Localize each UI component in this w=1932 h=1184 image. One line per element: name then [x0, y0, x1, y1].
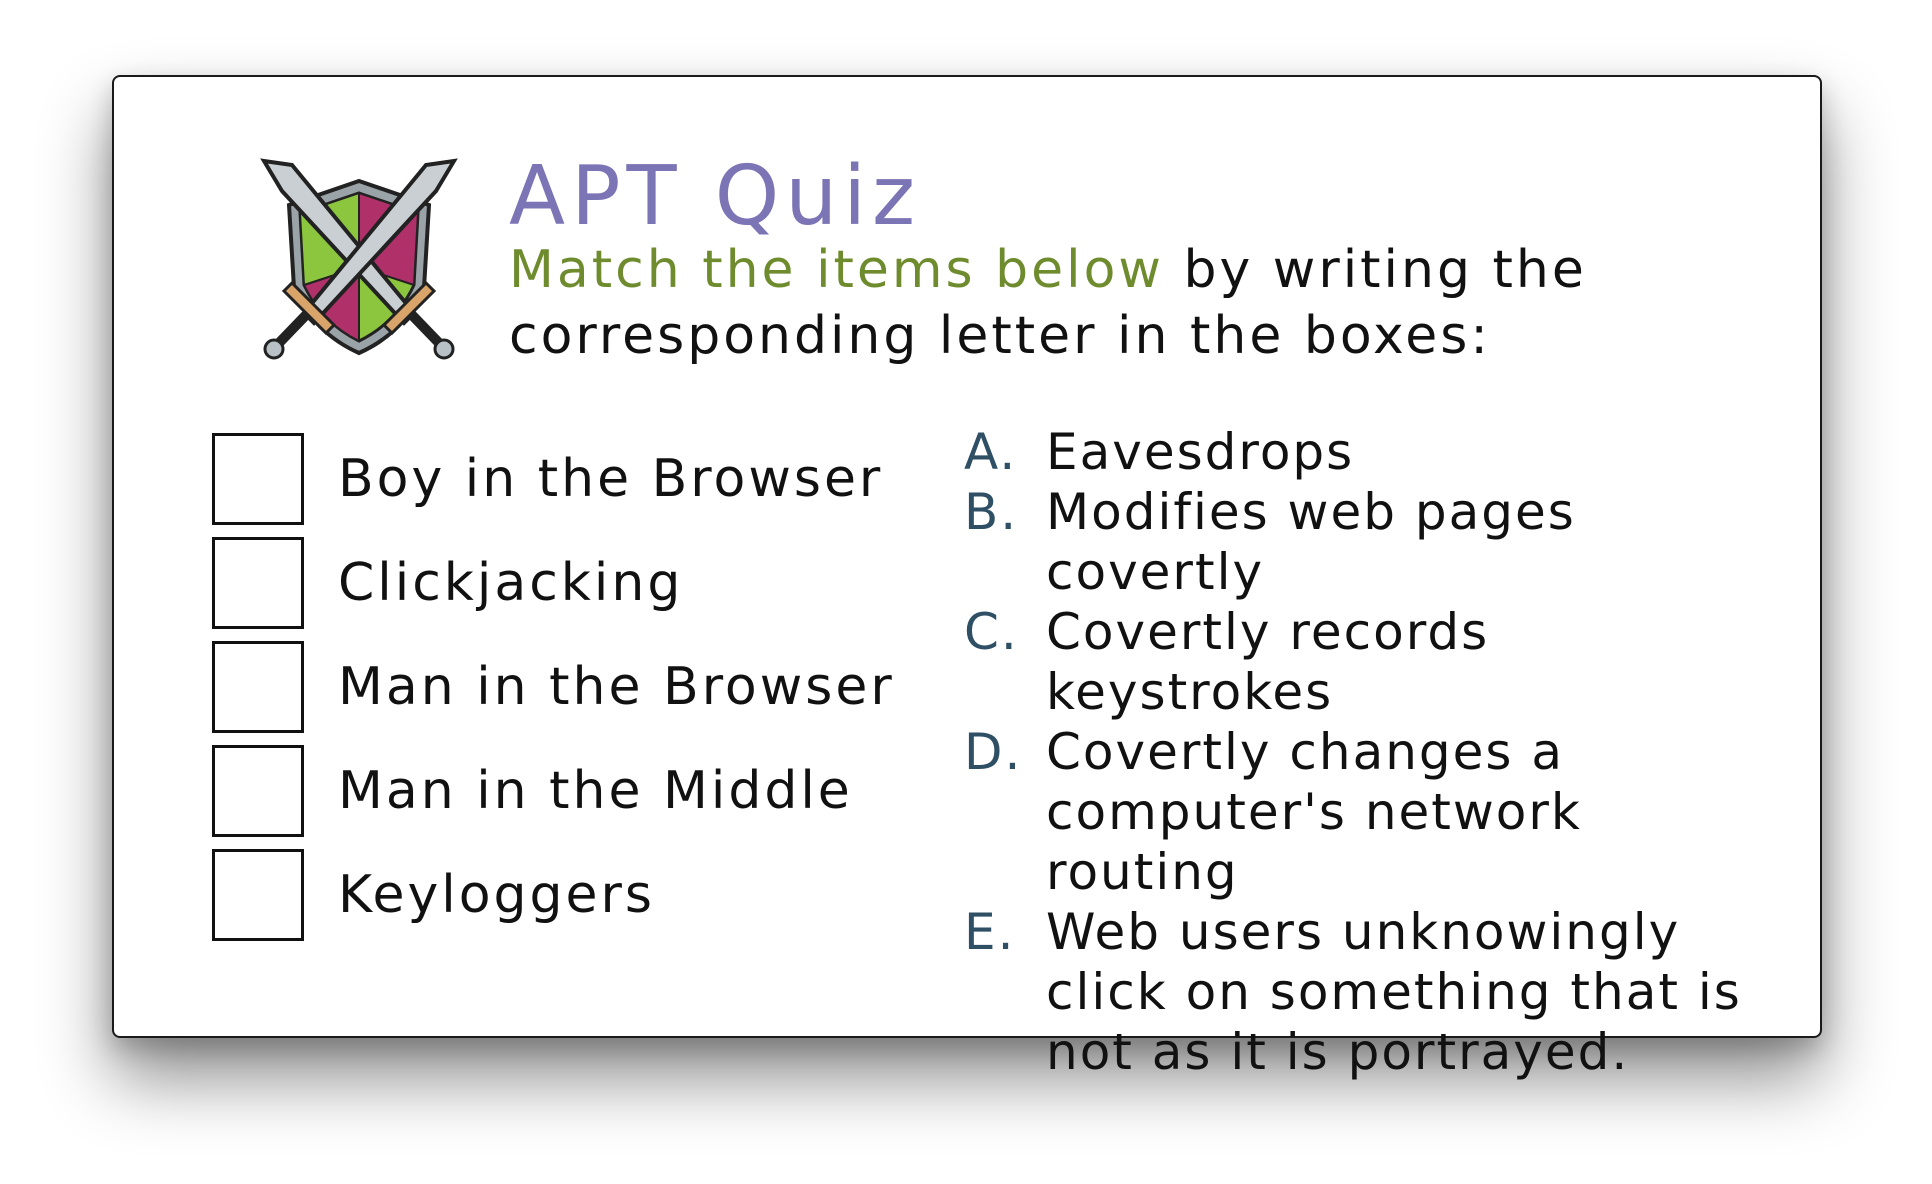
answer-box-boy-in-the-browser[interactable]: [212, 433, 304, 525]
item-label: Clickjacking: [338, 553, 684, 613]
option-text: Covertly changes a computer's network ro…: [1046, 723, 1582, 901]
crossed-swords-shield-icon: [260, 158, 458, 360]
list-item: Man in the Browser: [212, 635, 895, 739]
option-letter: E.: [964, 903, 1016, 961]
option-text: Web users unknowingly click on something…: [1046, 903, 1742, 1081]
list-item: Man in the Middle: [212, 739, 895, 843]
answer-box-keyloggers[interactable]: [212, 849, 304, 941]
option-text: Eavesdrops: [1046, 423, 1355, 481]
list-item: Keyloggers: [212, 843, 895, 947]
option-c: C. Covertly records keystrokes: [964, 602, 1784, 722]
answer-box-clickjacking[interactable]: [212, 537, 304, 629]
options-list: A. Eavesdrops B. Modifies web pages cove…: [964, 422, 1784, 1082]
option-e: E. Web users unknowingly click on someth…: [964, 902, 1784, 1082]
option-d: D. Covertly changes a computer's network…: [964, 722, 1784, 902]
item-label: Keyloggers: [338, 865, 656, 925]
option-letter: B.: [964, 483, 1019, 541]
option-text: Covertly records keystrokes: [1046, 603, 1490, 721]
item-label: Man in the Browser: [338, 657, 895, 717]
list-item: Clickjacking: [212, 531, 895, 635]
option-letter: C.: [964, 603, 1019, 661]
item-label: Man in the Middle: [338, 761, 853, 821]
items-list: Boy in the Browser Clickjacking Man in t…: [212, 427, 895, 947]
answer-box-man-in-the-middle[interactable]: [212, 745, 304, 837]
quiz-title: APT Quiz: [509, 149, 922, 244]
video-frame: APT Quiz Match the items below by writin…: [0, 0, 1932, 1184]
instructions-highlight: Match the items below: [509, 240, 1164, 300]
option-letter: D.: [964, 723, 1023, 781]
item-label: Boy in the Browser: [338, 449, 884, 509]
option-text: Modifies web pages covertly: [1046, 483, 1576, 601]
quiz-card: APT Quiz Match the items below by writin…: [112, 75, 1822, 1081]
quiz-instructions: Match the items below by writing the cor…: [509, 237, 1709, 369]
list-item: Boy in the Browser: [212, 427, 895, 531]
option-a: A. Eavesdrops: [964, 422, 1784, 482]
answer-box-man-in-the-browser[interactable]: [212, 641, 304, 733]
option-letter: A.: [964, 423, 1018, 481]
option-b: B. Modifies web pages covertly: [964, 482, 1784, 602]
